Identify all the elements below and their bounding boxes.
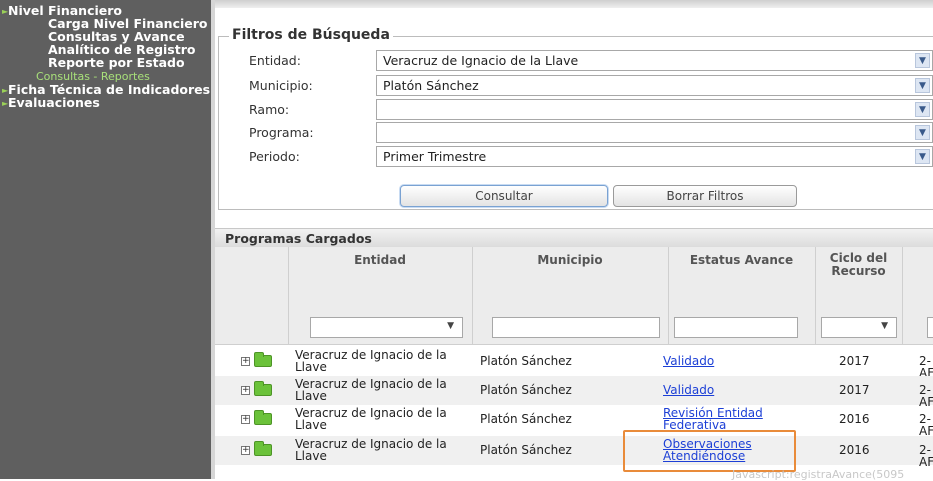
periodo-value: Primer Trimestre bbox=[383, 149, 487, 164]
chevron-down-icon[interactable]: ▼ bbox=[881, 321, 888, 331]
filters-legend: Filtros de Búsqueda bbox=[229, 27, 393, 43]
folder-icon bbox=[254, 381, 272, 396]
consultar-button[interactable]: Consultar bbox=[400, 185, 608, 207]
entidad-cell: Veracruz de Ignacio de la Llave bbox=[295, 349, 447, 373]
entidad-cell: Veracruz de Ignacio de la Llave bbox=[295, 378, 447, 402]
nav-item-reporte-estado[interactable]: Reporte por Estado bbox=[48, 56, 185, 69]
entidad-select[interactable]: Veracruz de Ignacio de la Llave ▼ bbox=[376, 50, 933, 71]
nav-label: Evaluaciones bbox=[8, 95, 100, 110]
ciclo-cell: 2016 bbox=[839, 412, 870, 426]
entidad-filter-select[interactable]: ▼ bbox=[310, 317, 463, 338]
folder-icon bbox=[254, 410, 272, 425]
column-header-entidad[interactable]: Entidad bbox=[288, 254, 472, 267]
chevron-down-icon[interactable]: ▼ bbox=[447, 321, 454, 331]
chevron-down-icon[interactable]: ▼ bbox=[915, 125, 930, 140]
nav-item-evaluaciones[interactable]: ►Evaluaciones bbox=[2, 95, 100, 110]
municipio-value: Platón Sánchez bbox=[383, 78, 479, 93]
estatus-cell[interactable]: Validado bbox=[663, 384, 714, 396]
programa-select[interactable]: ▼ bbox=[376, 122, 933, 143]
estatus-link[interactable]: Validado bbox=[663, 383, 714, 397]
column-header-municipio[interactable]: Municipio bbox=[472, 254, 668, 267]
column-divider bbox=[902, 312, 903, 344]
expand-plus-icon[interactable]: + bbox=[241, 415, 250, 424]
ramo-label: Ramo: bbox=[249, 102, 290, 117]
expand-plus-icon[interactable]: + bbox=[241, 357, 250, 366]
column-divider bbox=[668, 312, 669, 344]
top-strip bbox=[215, 0, 933, 8]
estatus-link[interactable]: Revisión Entidad Federativa bbox=[663, 407, 763, 431]
column-divider bbox=[902, 247, 903, 312]
folder-icon bbox=[254, 352, 272, 367]
ramo-select[interactable]: ▼ bbox=[376, 99, 933, 120]
entidad-label: Entidad: bbox=[249, 53, 301, 68]
estatus-filter-input[interactable] bbox=[674, 317, 798, 338]
expand-plus-icon[interactable]: + bbox=[241, 386, 250, 395]
estatus-cell[interactable]: Revisión Entidad Federativa bbox=[663, 407, 763, 431]
programa-label: Programa: bbox=[249, 125, 314, 140]
extra-cell: 2-AF bbox=[919, 412, 933, 438]
sidebar-nav: ►Nivel Financiero Carga Nivel Financiero… bbox=[0, 0, 211, 479]
municipio-select[interactable]: Platón Sánchez ▼ bbox=[376, 75, 933, 96]
grid-title-bar: Programas Cargados bbox=[215, 228, 933, 248]
municipio-cell: Platón Sánchez bbox=[480, 354, 572, 368]
ciclo-filter-select[interactable]: ▼ bbox=[821, 317, 897, 338]
municipio-cell: Platón Sánchez bbox=[480, 383, 572, 397]
ciclo-cell: 2017 bbox=[839, 383, 870, 397]
municipio-label: Municipio: bbox=[249, 78, 313, 93]
status-bar-text: Javascript:registraAvance(5095 bbox=[732, 468, 905, 481]
periodo-label: Periodo: bbox=[249, 149, 300, 164]
column-divider bbox=[472, 312, 473, 344]
borrar-filtros-button[interactable]: Borrar Filtros bbox=[613, 185, 797, 207]
chevron-down-icon[interactable]: ▼ bbox=[915, 78, 930, 93]
entidad-line-2: Llave bbox=[295, 449, 327, 463]
column-header-estatus[interactable]: Estatus Avance bbox=[668, 254, 815, 267]
entidad-line-2: Llave bbox=[295, 360, 327, 374]
extra-filter-input[interactable] bbox=[927, 317, 933, 338]
entidad-value: Veracruz de Ignacio de la Llave bbox=[383, 53, 579, 68]
grid-header: Entidad Municipio Estatus Avance Ciclo d… bbox=[215, 247, 933, 313]
ciclo-cell: 2017 bbox=[839, 354, 870, 368]
table-row[interactable]: + Veracruz de Ignacio de la Llave Platón … bbox=[215, 347, 933, 379]
expand-plus-icon[interactable]: + bbox=[241, 446, 250, 455]
column-divider bbox=[288, 312, 289, 344]
table-row[interactable]: + Veracruz de Ignacio de la Llave Platón … bbox=[215, 405, 933, 438]
chevron-down-icon[interactable]: ▼ bbox=[915, 149, 930, 164]
grid-title: Programas Cargados bbox=[225, 231, 372, 246]
municipio-filter-input[interactable] bbox=[492, 317, 660, 338]
municipio-cell: Platón Sánchez bbox=[480, 443, 572, 457]
chevron-down-icon[interactable]: ▼ bbox=[915, 102, 930, 117]
municipio-cell: Platón Sánchez bbox=[480, 412, 572, 426]
grid-filter-row: ▼ ▼ bbox=[215, 312, 933, 345]
entidad-line-2: Llave bbox=[295, 418, 327, 432]
ciclo-cell: 2016 bbox=[839, 443, 870, 457]
folder-icon bbox=[254, 441, 272, 456]
entidad-cell: Veracruz de Ignacio de la Llave bbox=[295, 407, 447, 431]
column-header-ciclo[interactable]: Ciclo del Recurso bbox=[815, 252, 902, 278]
table-row[interactable]: + Veracruz de Ignacio de la Llave Platón … bbox=[215, 376, 933, 408]
estatus-cell[interactable]: Validado bbox=[663, 355, 714, 367]
entidad-cell: Veracruz de Ignacio de la Llave bbox=[295, 438, 447, 462]
chevron-down-icon[interactable]: ▼ bbox=[915, 53, 930, 68]
ciclo-line-2: Recurso bbox=[831, 264, 886, 278]
table-row[interactable]: + Veracruz de Ignacio de la Llave Platón … bbox=[215, 436, 933, 469]
entidad-line-2: Llave bbox=[295, 389, 327, 403]
extra-cell: 2-AF bbox=[919, 443, 933, 469]
highlight-box bbox=[623, 430, 796, 472]
column-divider bbox=[815, 312, 816, 344]
estatus-link[interactable]: Validado bbox=[663, 354, 714, 368]
periodo-select[interactable]: Primer Trimestre ▼ bbox=[376, 146, 933, 167]
